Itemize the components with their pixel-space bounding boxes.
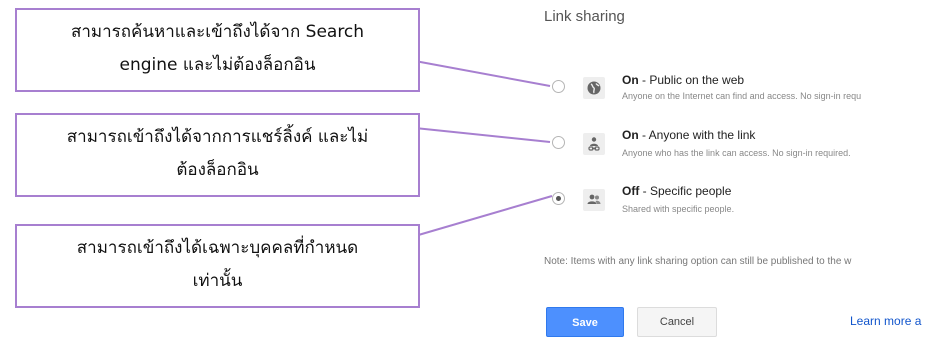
callout-specific: สามารถเข้าถึงได้เฉพาะบุคคลที่กำหนด เท่าน… [15,224,420,308]
callout-link-line2: ต้องล็อกอิน [176,160,259,180]
connector-line-1 [414,60,551,87]
callout-specific-line2: เท่านั้น [192,271,243,291]
callout-public-line1: สามารถค้นหาและเข้าถึงได้จาก Search [70,22,365,42]
callout-specific-line1: สามารถเข้าถึงได้เฉพาะบุคคลที่กำหนด [76,238,359,258]
screenshot-stage: Link sharing On - Public on the web Anyo… [0,0,944,342]
callout-public: สามารถค้นหาและเข้าถึงได้จาก Search engin… [15,8,420,92]
connector-line-3 [414,195,553,237]
callout-link-line1: สามารถเข้าถึงได้จากการแชร์ลิ้งค์ และไม่ [66,127,369,147]
callout-public-line2: engine และไม่ต้องล็อกอิน [119,55,316,75]
callout-link: สามารถเข้าถึงได้จากการแชร์ลิ้งค์ และไม่ … [15,113,420,197]
connector-line-2 [414,127,551,143]
